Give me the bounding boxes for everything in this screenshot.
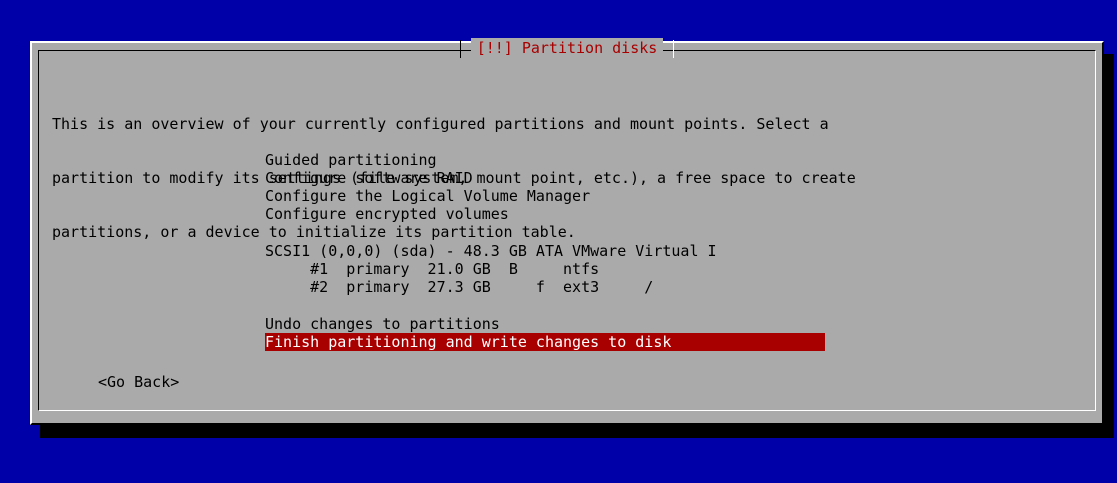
menu-item-finish-partitioning[interactable]: Finish partitioning and write changes to… [265,333,825,351]
dialog-title-bar: [!!] Partition disks [39,38,1095,58]
menu-item-configure-software-raid[interactable]: Configure software RAID [265,169,473,187]
dialog-title: [!!] Partition disks [470,38,664,58]
menu-item-partition-1[interactable]: #1 primary 21.0 GB B ntfs [265,260,599,278]
intro-line: This is an overview of your currently co… [52,115,829,133]
partition-disks-dialog: [!!] Partition disks This is an overview… [30,38,1104,425]
menu-item-partition-2[interactable]: #2 primary 27.3 GB f ext3 / [265,278,653,296]
menu-item-configure-encrypted-volumes[interactable]: Configure encrypted volumes [265,205,509,223]
menu-item-disk-sda[interactable]: SCSI1 (0,0,0) (sda) - 48.3 GB ATA VMware… [265,242,717,260]
title-right-tick [672,39,674,58]
title-left-tick [460,39,462,58]
installer-screen: [!!] Partition disks This is an overview… [0,0,1117,483]
menu-item-configure-lvm[interactable]: Configure the Logical Volume Manager [265,187,590,205]
go-back-button[interactable]: <Go Back> [98,373,179,391]
menu-item-undo-changes[interactable]: Undo changes to partitions [265,315,500,333]
menu-item-guided-partitioning[interactable]: Guided partitioning [265,151,437,169]
intro-line: partitions, or a device to initialize it… [52,223,576,241]
